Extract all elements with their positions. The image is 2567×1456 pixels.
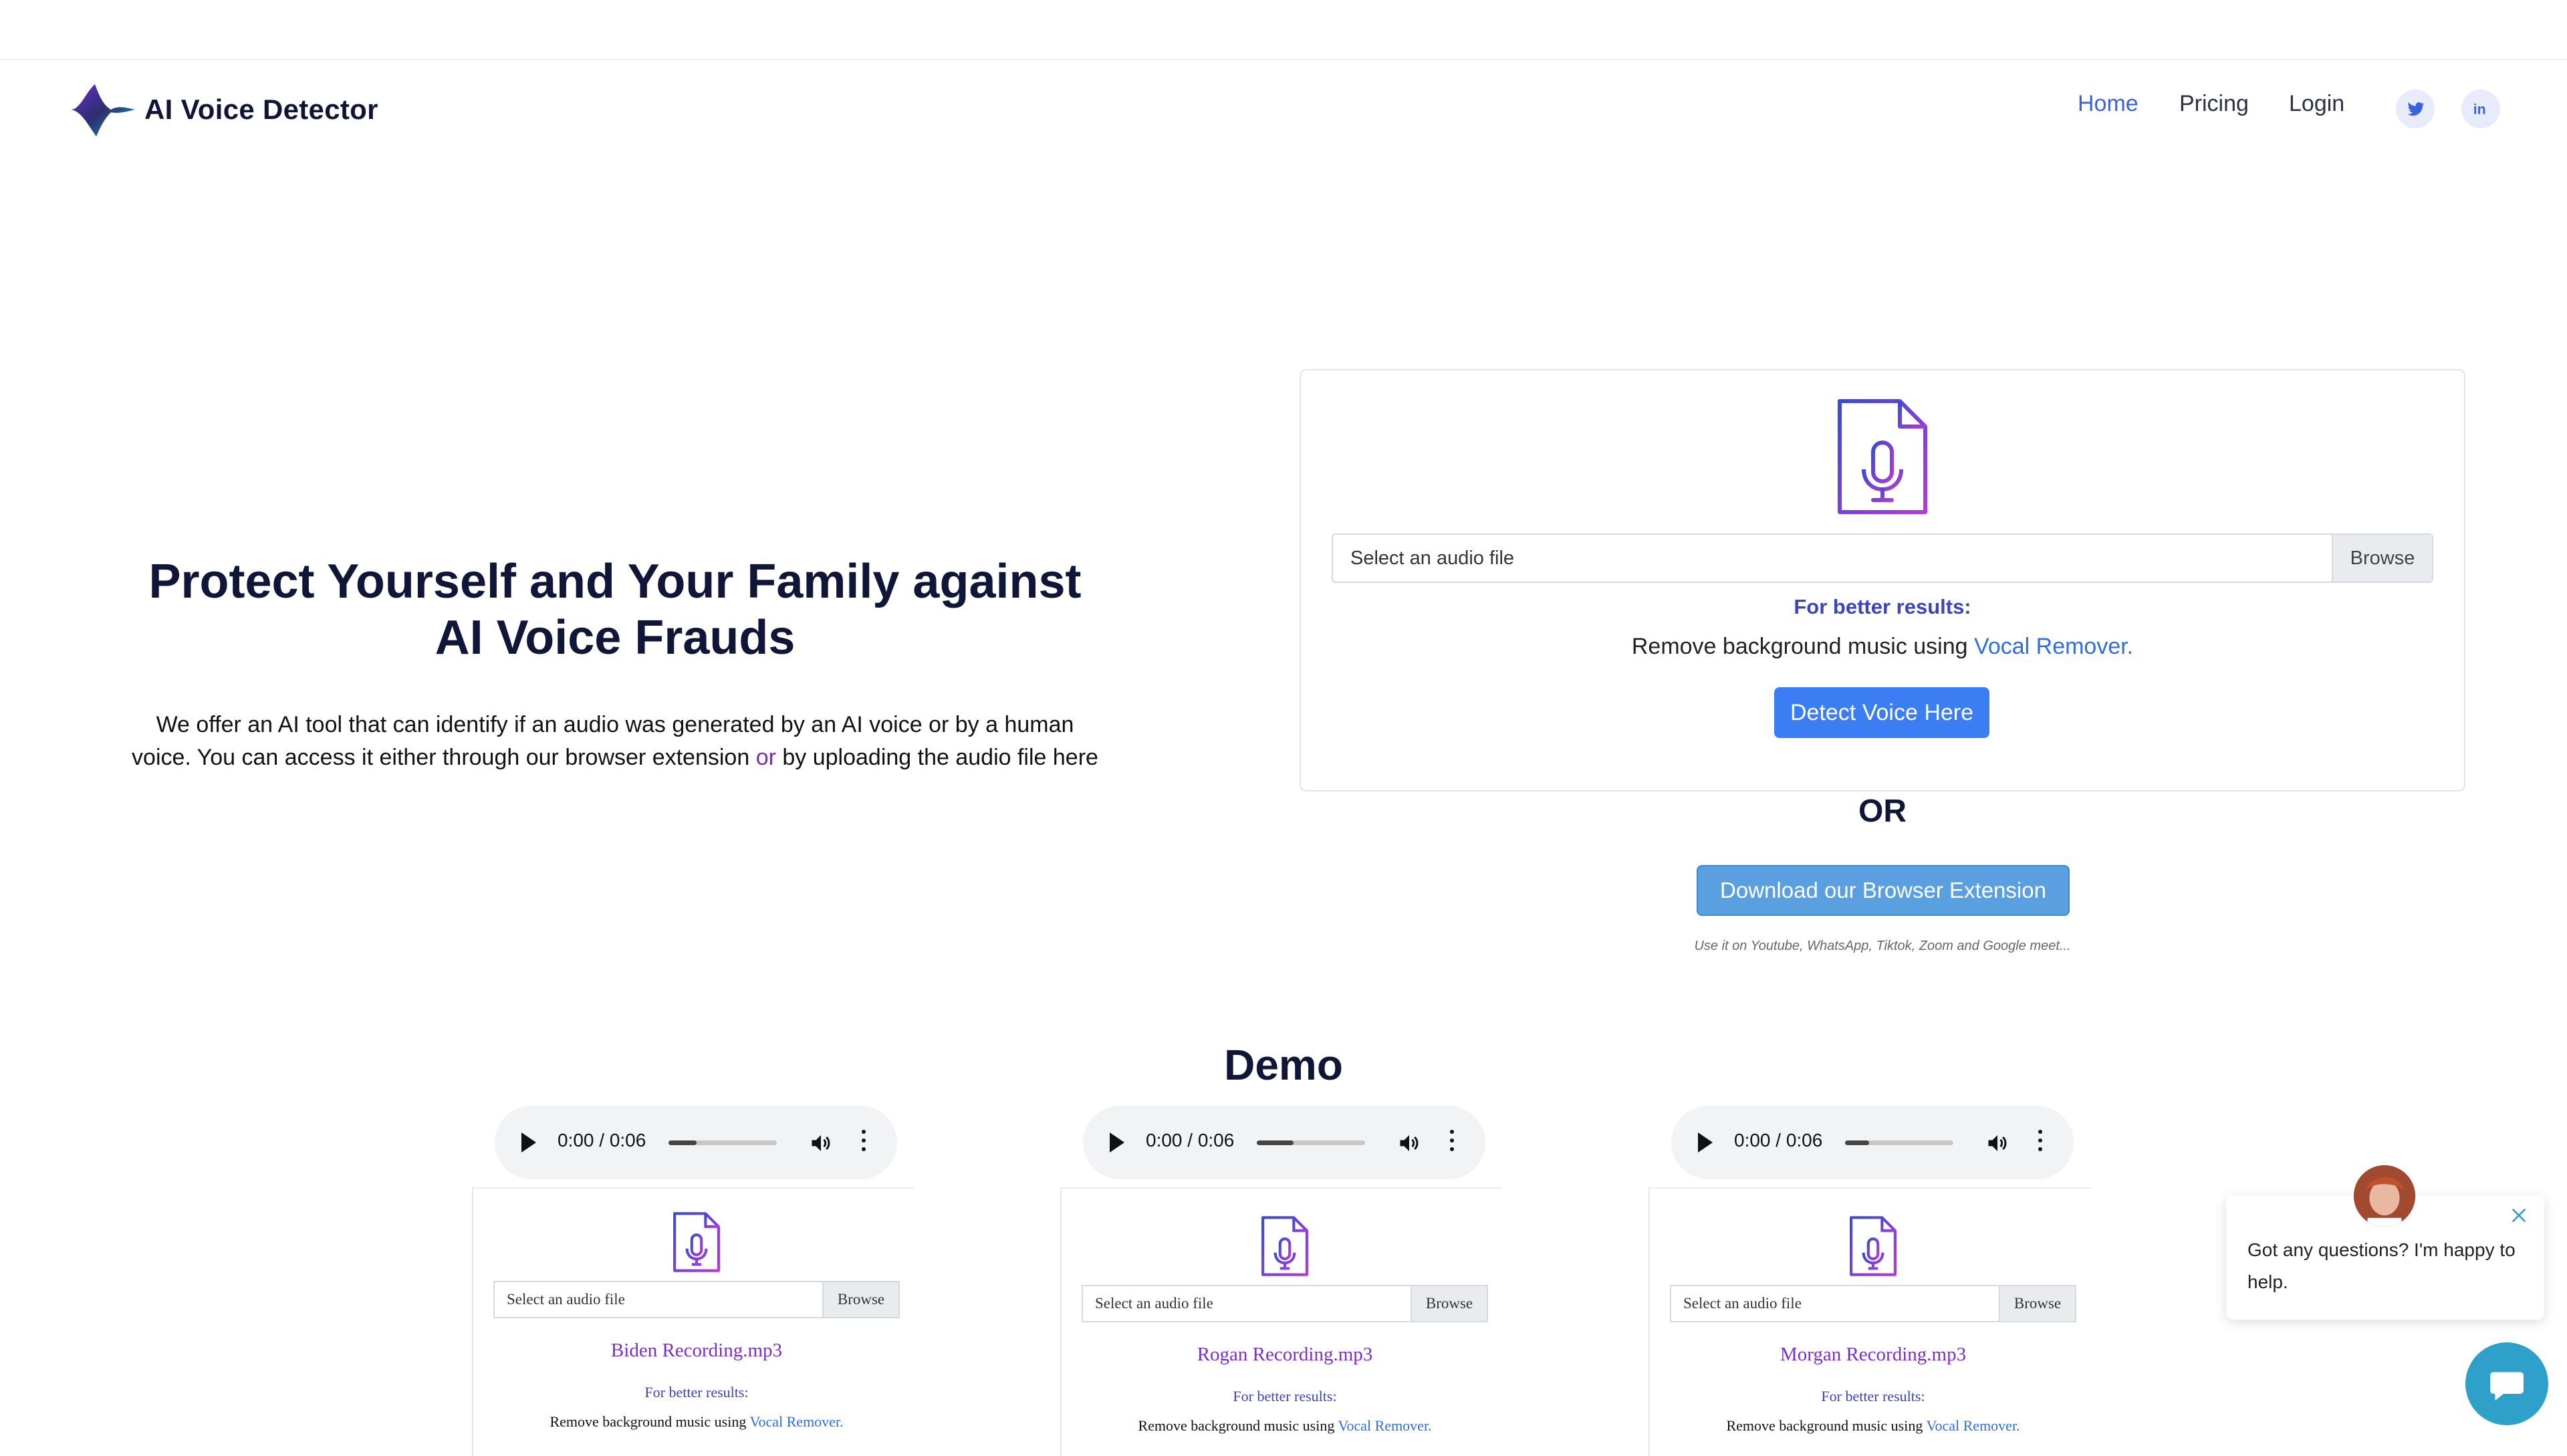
nav-pricing[interactable]: Pricing bbox=[2179, 91, 2249, 117]
audio-progress[interactable] bbox=[1845, 1140, 1953, 1145]
nav-login[interactable]: Login bbox=[2289, 91, 2344, 117]
chat-message: Got any questions? I'm happy to help. bbox=[2247, 1239, 2516, 1292]
twitter-button[interactable] bbox=[2396, 90, 2435, 128]
more-options-icon[interactable] bbox=[2038, 1130, 2043, 1157]
browse-button[interactable]: Browse bbox=[2332, 535, 2432, 582]
vocal-remover-link[interactable]: Vocal Remover. bbox=[1974, 634, 2133, 659]
better-results-label: For better results: bbox=[644, 1384, 749, 1401]
logo[interactable]: AI Voice Detector bbox=[71, 79, 378, 140]
demo-title: Demo bbox=[1224, 1041, 1343, 1089]
volume-icon[interactable] bbox=[809, 1131, 833, 1155]
progress-fill bbox=[668, 1140, 697, 1145]
chat-icon bbox=[2490, 1372, 2524, 1401]
file-input-placeholder: Select an audio file bbox=[1095, 1295, 1213, 1312]
better-results-label: For better results: bbox=[1821, 1388, 1925, 1405]
demo-file-name: Rogan Recording.mp3 bbox=[1197, 1344, 1373, 1365]
vocal-remover-link[interactable]: Vocal Remover. bbox=[1338, 1417, 1431, 1434]
demo-file-input[interactable]: Select an audio file Browse bbox=[1082, 1285, 1488, 1322]
or-link[interactable]: or bbox=[756, 745, 776, 770]
file-input-placeholder: Select an audio file bbox=[1350, 548, 1515, 569]
hero-description: We offer an AI tool that can identify if… bbox=[132, 712, 1098, 770]
audio-time: 0:00 / 0:06 bbox=[558, 1130, 646, 1150]
or-separator: OR bbox=[1858, 794, 1907, 829]
top-divider bbox=[0, 59, 2567, 60]
remove-music-text: Remove background music using Vocal Remo… bbox=[1726, 1417, 2020, 1434]
demo-file-name: Morgan Recording.mp3 bbox=[1780, 1344, 1967, 1365]
browse-button[interactable]: Browse bbox=[822, 1282, 898, 1317]
better-results-label: For better results: bbox=[1233, 1388, 1337, 1405]
logo-wave-icon bbox=[71, 84, 135, 136]
hero-title: Protect Yourself and Your Family against… bbox=[148, 555, 1082, 664]
audio-time: 0:00 / 0:06 bbox=[1734, 1130, 1823, 1150]
audio-file-icon bbox=[1838, 399, 1927, 514]
audio-player[interactable]: 0:00 / 0:06 bbox=[1671, 1106, 2074, 1179]
logo-text: AI Voice Detector bbox=[144, 94, 378, 125]
linkedin-icon: in bbox=[2473, 102, 2486, 118]
browse-button[interactable]: Browse bbox=[1999, 1286, 2075, 1321]
demo-file-input[interactable]: Select an audio file Browse bbox=[493, 1281, 900, 1318]
download-extension-button[interactable]: Download our Browser Extension bbox=[1697, 865, 2070, 916]
svg-text:in: in bbox=[2473, 102, 2486, 118]
audio-time: 0:00 / 0:06 bbox=[1146, 1130, 1235, 1150]
audio-file-icon bbox=[1850, 1216, 1897, 1276]
progress-fill bbox=[1845, 1140, 1869, 1145]
nav-home[interactable]: Home bbox=[2078, 91, 2138, 117]
remove-music-text: Remove background music using Vocal Remo… bbox=[1631, 634, 2134, 659]
linkedin-button[interactable]: in bbox=[2461, 90, 2500, 128]
twitter-icon bbox=[2407, 102, 2425, 116]
remove-music-text: Remove background music using Vocal Remo… bbox=[1138, 1417, 1432, 1434]
play-icon[interactable] bbox=[521, 1132, 536, 1152]
vocal-remover-link[interactable]: Vocal Remover. bbox=[749, 1413, 843, 1430]
detect-voice-button[interactable]: Detect Voice Here bbox=[1774, 687, 1989, 738]
remove-music-text: Remove background music using Vocal Remo… bbox=[549, 1413, 844, 1430]
file-input-placeholder: Select an audio file bbox=[507, 1291, 625, 1308]
progress-fill bbox=[1257, 1140, 1294, 1145]
file-input-placeholder: Select an audio file bbox=[1683, 1295, 1802, 1312]
chat-launcher-button[interactable] bbox=[2465, 1342, 2548, 1425]
volume-icon[interactable] bbox=[1397, 1131, 1421, 1155]
support-avatar-icon bbox=[2354, 1165, 2415, 1227]
audio-progress[interactable] bbox=[1257, 1140, 1365, 1145]
play-icon[interactable] bbox=[1698, 1132, 1713, 1152]
more-options-icon[interactable] bbox=[1449, 1130, 1455, 1157]
browse-button[interactable]: Browse bbox=[1411, 1286, 1487, 1321]
audio-progress[interactable] bbox=[668, 1140, 777, 1145]
audio-player[interactable]: 0:00 / 0:06 bbox=[1083, 1106, 1485, 1179]
close-icon[interactable] bbox=[2508, 1205, 2530, 1226]
avatar bbox=[2352, 1163, 2417, 1229]
audio-file-icon bbox=[1261, 1216, 1308, 1276]
demo-file-input[interactable]: Select an audio file Browse bbox=[1670, 1285, 2076, 1322]
demo-file-name: Biden Recording.mp3 bbox=[610, 1340, 783, 1361]
better-results-label: For better results: bbox=[1794, 595, 1971, 618]
more-options-icon[interactable] bbox=[861, 1130, 866, 1157]
play-icon[interactable] bbox=[1110, 1132, 1124, 1152]
extension-note: Use it on Youtube, WhatsApp, Tiktok, Zoo… bbox=[1694, 939, 2071, 953]
audio-player[interactable]: 0:00 / 0:06 bbox=[495, 1106, 897, 1179]
volume-icon[interactable] bbox=[1985, 1131, 2009, 1155]
audio-file-icon bbox=[673, 1212, 720, 1272]
vocal-remover-link[interactable]: Vocal Remover. bbox=[1926, 1417, 2020, 1434]
audio-file-input[interactable]: Select an audio file Browse bbox=[1332, 533, 2433, 583]
